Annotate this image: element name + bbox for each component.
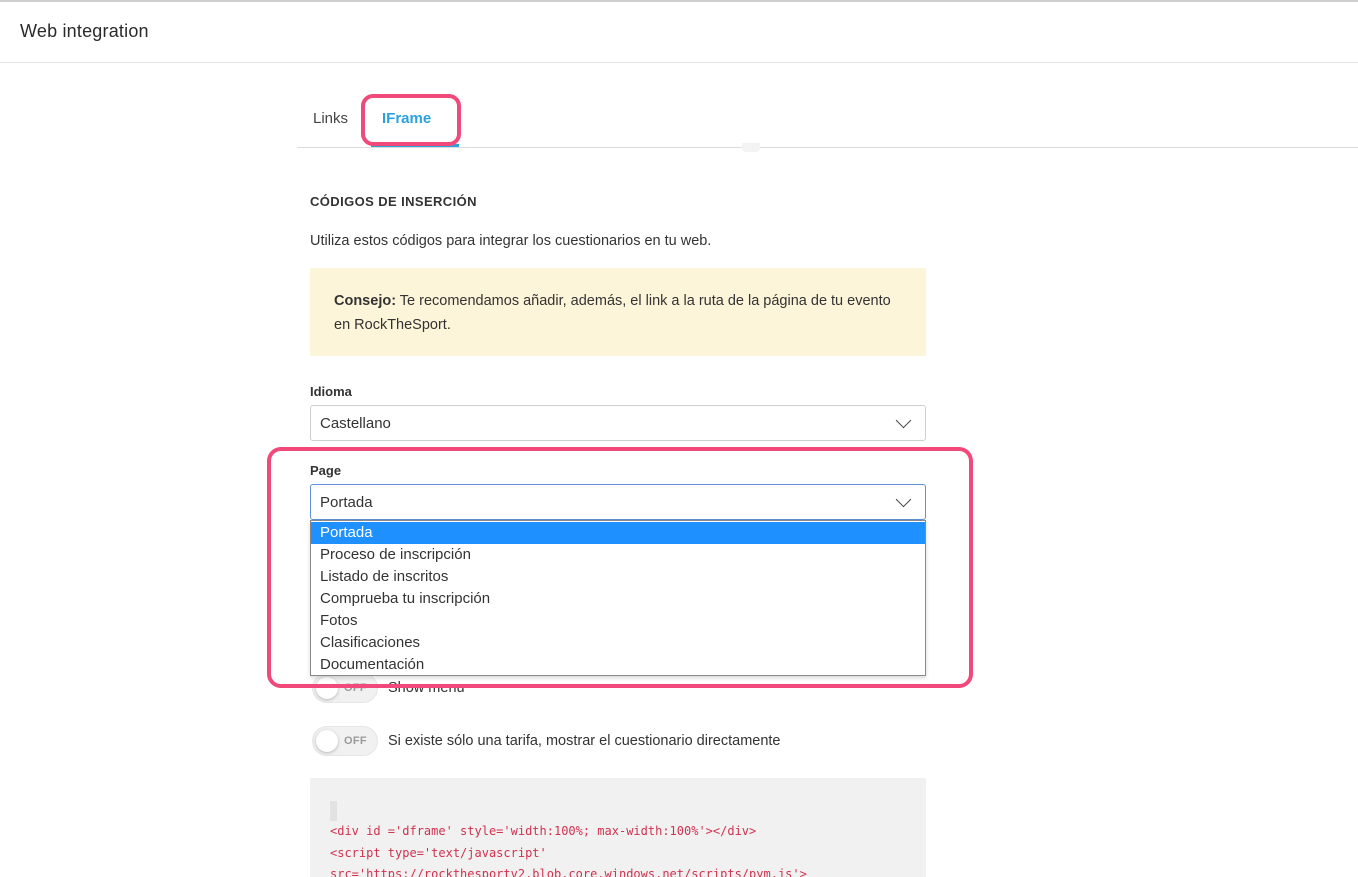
section-title: CÓDIGOS DE INSERCIÓN bbox=[310, 194, 477, 209]
single-rate-toggle[interactable]: OFF bbox=[312, 726, 378, 756]
language-select-value: Castellano bbox=[320, 415, 391, 432]
tip-box: Consejo: Te recomendamos añadir, además,… bbox=[310, 268, 926, 356]
code-line: src='https://rockthesportv2.blob.core.wi… bbox=[330, 867, 807, 877]
language-select[interactable]: Castellano bbox=[310, 405, 926, 441]
section-intro: Utiliza estos códigos para integrar los … bbox=[310, 233, 712, 249]
chevron-down-icon bbox=[895, 412, 912, 429]
language-label: Idioma bbox=[310, 384, 352, 399]
embed-code-box[interactable]: <div id ='dframe' style='width:100%; max… bbox=[310, 778, 926, 877]
tab-links[interactable]: Links bbox=[313, 110, 348, 127]
tip-label: Consejo: bbox=[334, 293, 397, 309]
tab-notch bbox=[742, 143, 760, 152]
single-rate-label: Si existe sólo una tarifa, mostrar el cu… bbox=[388, 733, 781, 749]
code-line: <script type='text/javascript' bbox=[330, 846, 547, 860]
tip-body: Te recomendamos añadir, además, el link … bbox=[334, 293, 891, 333]
toggle-state: OFF bbox=[344, 735, 367, 747]
page-title: Web integration bbox=[20, 21, 149, 41]
iframe-tab-highlight bbox=[361, 94, 461, 146]
page-select-highlight bbox=[267, 447, 973, 688]
tip-text: Consejo: Te recomendamos añadir, además,… bbox=[334, 289, 894, 337]
code-line: <div id ='dframe' style='width:100%; max… bbox=[330, 824, 757, 838]
code-caret bbox=[330, 801, 337, 821]
toggle-knob bbox=[316, 730, 338, 752]
page-header: Web integration bbox=[0, 2, 1358, 63]
